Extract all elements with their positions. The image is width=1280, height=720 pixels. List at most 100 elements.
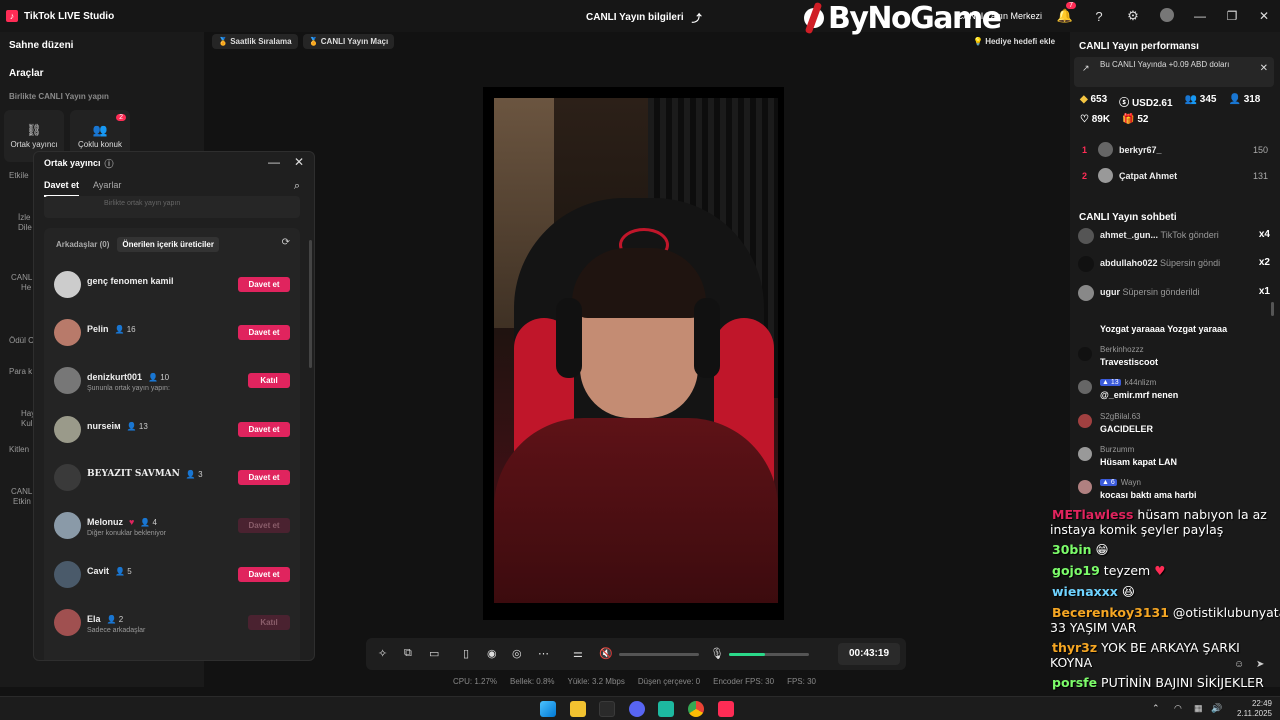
gear-icon[interactable]: ⚙ (1116, 8, 1150, 24)
subtab-suggested[interactable]: Önerilen içerik üreticiler (117, 237, 219, 252)
overlay-text: instaya komik şeyler paylaş (1050, 522, 1224, 537)
bell-icon[interactable]: 🔔 7 (1048, 2, 1082, 24)
gift-text: TikTok gönderi (1160, 230, 1219, 240)
creator-name: BEYAZIT SAVMAN (87, 469, 180, 479)
terminal-icon[interactable] (599, 701, 615, 717)
creator-subtitle: Diğer konuklar bekleniyor (87, 530, 166, 537)
gift-row: ahmet_.gun... TikTok gönderi x4 (1078, 227, 1274, 245)
chat-user: Berkinhozzz (1100, 345, 1144, 354)
wifi-icon[interactable]: ◠ (1174, 703, 1182, 714)
share-icon[interactable]: ⤴ (692, 10, 702, 25)
live-match-button[interactable]: 🏅 CANLI Yayın Maçı (302, 34, 395, 49)
discord-icon[interactable] (629, 701, 645, 717)
list-item: BEYAZIT SAVMAN 👤 3 Davet et (54, 463, 290, 493)
tiktok-studio-icon[interactable] (718, 701, 734, 717)
list-scrollbar[interactable] (309, 240, 312, 368)
invite-button[interactable]: Davet et (238, 470, 290, 485)
invite-button[interactable]: Davet et (238, 422, 290, 437)
heart-icon: ♥ (1154, 563, 1166, 578)
mic-icon[interactable]: 🎙 (710, 647, 724, 660)
tab-settings[interactable]: Ayarlar (93, 180, 121, 197)
subtab-friends[interactable]: Arkadaşlar (0) (56, 237, 109, 252)
windows-start-icon[interactable] (540, 701, 556, 717)
performance-stats: CPU: 1.27% Bellek: 0.8% Yükle: 3.2 Mbps … (453, 677, 816, 686)
avatar (1078, 480, 1092, 494)
maximize-icon[interactable]: ❐ (1216, 9, 1248, 23)
overlay-line: thyr3z YOK BE ARKAYA ŞARKI (1052, 640, 1240, 655)
match-icon: 🏅 (308, 37, 319, 46)
network-icon[interactable]: ▦ (1194, 703, 1203, 714)
emoji-icon[interactable]: ☺ (1234, 659, 1244, 670)
trend-icon: ↗ (1082, 63, 1090, 73)
list-item: Cavit 👤 5 Davet et (54, 560, 290, 590)
close-icon[interactable]: ✕ (1248, 9, 1280, 23)
person-icon: 👤 (148, 372, 158, 382)
chat-user: k44nlizm (1124, 378, 1157, 387)
scene-layout-section[interactable]: Sahne düzeni (0, 40, 204, 51)
chat-scrollbar[interactable] (1271, 302, 1274, 316)
creator-name: Cavit (87, 566, 110, 576)
creator-count: 10 (160, 372, 170, 382)
phone-icon[interactable]: ▯ (463, 647, 469, 660)
chat-text: Yozgat yaraaaa Yozgat yaraaa (1100, 324, 1228, 334)
overlay-line: porsfe PUTİNİN BAJINI SİKİJEKLER (1052, 675, 1264, 690)
screen-icon[interactable]: ▭ (429, 647, 439, 660)
chevron-up-icon[interactable]: ⌃ (1152, 703, 1160, 714)
creator-name: Melonuz (87, 517, 123, 527)
metrics-row-2: ♡ 89K 🎁 52 (1080, 114, 1148, 125)
live-info-title[interactable]: CANLI Yayın bilgileri ⤴ (586, 10, 702, 25)
overlay-user: METlawless (1052, 507, 1134, 522)
camera-preview[interactable] (494, 98, 778, 603)
speaker-volume-slider[interactable] (619, 653, 699, 656)
refresh-icon[interactable]: ⟳ (282, 237, 290, 248)
cpu-stat: CPU: 1.27% (453, 677, 498, 686)
together-subtitle: Birlikte CANLI Yayın yapın (9, 92, 109, 101)
gift-user: ugur (1100, 287, 1120, 297)
help-icon[interactable]: ? (1082, 9, 1116, 24)
chrome-icon[interactable] (688, 701, 704, 717)
join-button[interactable]: Katıl (248, 373, 290, 388)
minimize-icon[interactable]: — (268, 155, 280, 169)
minimize-icon[interactable]: — (1184, 9, 1216, 23)
ranking-row[interactable]: 2 Çatpat Ahmet 131 (1082, 168, 1268, 186)
camera-switch-icon[interactable]: ◎ (512, 647, 522, 660)
magic-icon[interactable]: ✧ (378, 647, 387, 660)
avatar (1078, 256, 1094, 272)
clock[interactable]: 22:49 2.11.2025 (1237, 699, 1272, 719)
rank-user: Çatpat Ahmet (1119, 171, 1178, 181)
app-icon[interactable] (658, 701, 674, 717)
close-icon[interactable]: ✕ (1260, 63, 1268, 74)
avatar (1098, 168, 1113, 183)
close-icon[interactable]: ✕ (294, 155, 304, 169)
invite-button[interactable]: Davet et (238, 325, 290, 340)
gift-goal-button[interactable]: 💡 Hediye hedefi ekle (967, 34, 1061, 49)
list-item: Pelin 👤 16 Davet et (54, 318, 290, 348)
likes-value: 89K (1091, 114, 1111, 125)
info-icon[interactable]: ⓘ (105, 157, 114, 170)
mic-volume-slider[interactable] (729, 653, 809, 656)
ranking-row[interactable]: 1 berkyr67_ 150 (1082, 142, 1268, 160)
clock-time: 22:49 (1251, 699, 1272, 708)
avatar (1078, 285, 1094, 301)
send-icon[interactable]: ➤ (1256, 659, 1264, 670)
invite-button[interactable]: Davet et (238, 277, 290, 292)
overlay-line: METlawless hüsam nabıyon la az (1052, 507, 1267, 522)
invite-button[interactable]: Davet et (238, 567, 290, 582)
record-icon[interactable]: ◉ (487, 647, 497, 660)
more-icon[interactable]: ⋯ (538, 647, 549, 660)
folder-icon[interactable] (570, 701, 586, 717)
link-icon: ⛓ (26, 123, 42, 137)
volume-icon[interactable]: 🔊 (1211, 703, 1222, 714)
layout-icon[interactable]: ⧉ (404, 647, 412, 660)
avatar[interactable] (1150, 7, 1184, 25)
search-icon[interactable]: ⌕ (294, 180, 300, 193)
creator-name: Pelin (87, 324, 109, 334)
level-value: 13 (1110, 379, 1119, 386)
overlay-text: PUTİNİN BAJINI SİKİJEKLER (1101, 675, 1264, 690)
tab-invite[interactable]: Davet et (44, 180, 80, 197)
hourly-ranking-button[interactable]: 🏅 Saatlik Sıralama (212, 34, 298, 49)
adjust-icon[interactable]: ⚌ (573, 647, 583, 660)
speaker-muted-icon[interactable]: 🔇 (599, 647, 613, 660)
overlay-user: 30bin (1052, 542, 1092, 557)
gift-row: ugur Süpersin gönderildi x1 (1078, 284, 1274, 302)
